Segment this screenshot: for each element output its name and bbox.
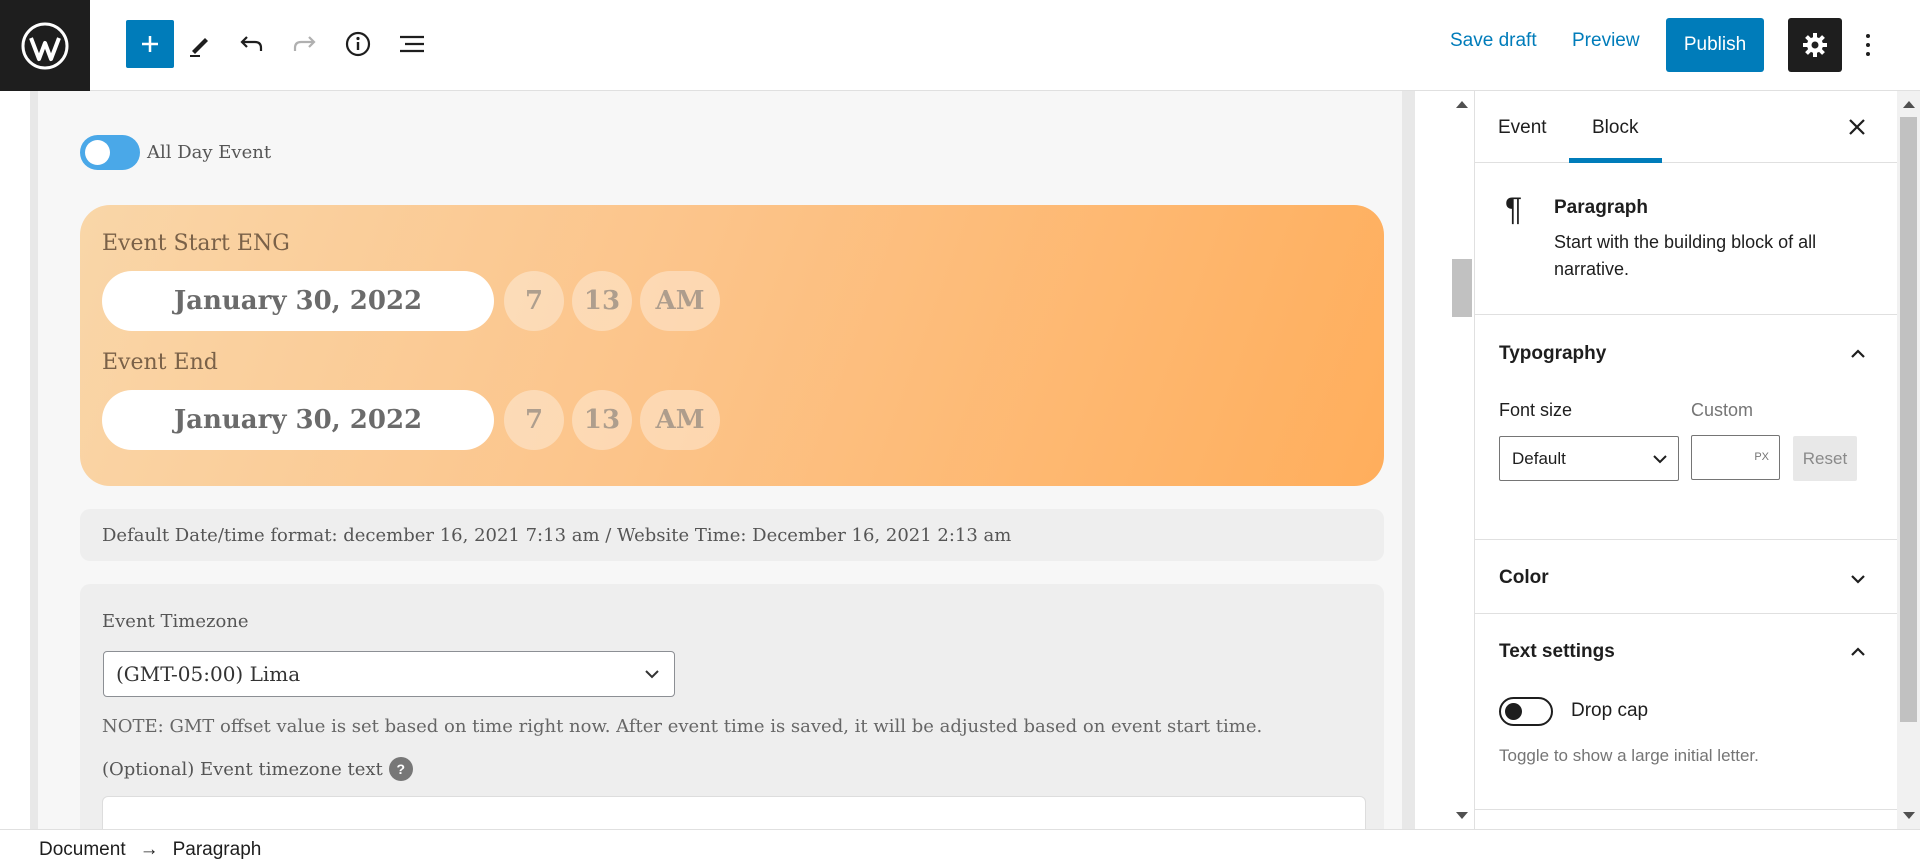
block-title: Paragraph — [1554, 197, 1648, 218]
event-end-date[interactable]: January 30, 2022 — [102, 390, 494, 450]
all-day-label: All Day Event — [147, 142, 272, 163]
chevron-down-icon[interactable] — [1847, 568, 1869, 590]
chevron-up-icon[interactable] — [1847, 343, 1869, 365]
info-icon — [345, 31, 371, 57]
list-view-icon — [400, 35, 424, 53]
scroll-up-arrow-icon[interactable] — [1456, 101, 1468, 108]
sidebar-scrollbar[interactable] — [1897, 91, 1920, 829]
event-start-ampm[interactable]: AM — [640, 271, 720, 331]
typography-panel-title[interactable]: Typography — [1499, 343, 1606, 365]
sidebar-tabs: Event Block — [1475, 91, 1897, 163]
editor-header: Save draft Preview Publish — [0, 0, 1920, 91]
editor-canvas-area: All Day Event Event Start ENG January 30… — [0, 91, 1474, 829]
event-dates-panel: Event Start ENG January 30, 2022 7 13 AM… — [80, 205, 1384, 486]
all-day-toggle[interactable] — [80, 135, 140, 170]
timezone-note: NOTE: GMT offset value is set based on t… — [102, 716, 1263, 737]
event-metabox: All Day Event Event Start ENG January 30… — [38, 91, 1402, 829]
canvas-frame: All Day Event Event Start ENG January 30… — [30, 91, 1415, 829]
save-draft-button[interactable]: Save draft — [1450, 30, 1537, 52]
event-end-minute[interactable]: 13 — [572, 390, 632, 450]
add-block-button[interactable] — [126, 20, 174, 68]
timezone-text-input[interactable] — [102, 796, 1366, 829]
timezone-panel: Event Timezone (GMT-05:00) Lima NOTE: GM… — [80, 584, 1384, 829]
timezone-text-row: (Optional) Event timezone text ? — [102, 757, 413, 781]
redo-button[interactable] — [280, 20, 328, 68]
event-start-minute[interactable]: 13 — [572, 271, 632, 331]
settings-button[interactable] — [1788, 18, 1842, 72]
more-vertical-icon — [1866, 34, 1870, 38]
block-breadcrumb-bar: Document → Paragraph — [0, 829, 1920, 865]
paragraph-icon: ¶ — [1505, 191, 1523, 227]
sidebar-scrollbar-thumb[interactable] — [1900, 117, 1917, 722]
drop-cap-toggle[interactable] — [1499, 697, 1553, 726]
divider — [1475, 809, 1897, 810]
divider — [1475, 613, 1897, 614]
event-start-label: Event Start ENG — [102, 231, 290, 256]
tab-block[interactable]: Block — [1592, 117, 1638, 139]
settings-sidebar: Event Block ¶ Paragraph Start with the b… — [1474, 91, 1897, 829]
event-end-hour[interactable]: 7 — [504, 390, 564, 450]
wordpress-logo[interactable] — [0, 0, 90, 91]
breadcrumb-document[interactable]: Document — [39, 839, 126, 861]
unit-label: PX — [1754, 451, 1769, 463]
chevron-down-icon — [1653, 455, 1667, 464]
text-settings-panel-title[interactable]: Text settings — [1499, 641, 1615, 663]
drop-cap-label: Drop cap — [1571, 700, 1649, 721]
scroll-down-arrow-icon[interactable] — [1456, 812, 1468, 819]
drop-cap-help: Toggle to show a large initial letter. — [1499, 746, 1759, 765]
tools-button[interactable] — [176, 20, 224, 68]
timezone-label: Event Timezone — [102, 611, 249, 632]
pencil-icon — [190, 38, 208, 57]
undo-icon — [240, 36, 263, 51]
custom-font-size-input[interactable]: PX — [1691, 435, 1780, 480]
redo-icon — [293, 36, 316, 51]
close-icon[interactable] — [1845, 115, 1869, 139]
details-button[interactable] — [334, 20, 382, 68]
chevron-down-icon — [645, 670, 659, 679]
event-end-label: Event End — [102, 350, 218, 375]
date-format-info: Default Date/time format: december 16, 2… — [80, 509, 1384, 561]
block-description: Start with the building block of all nar… — [1554, 232, 1817, 279]
scroll-up-arrow-icon[interactable] — [1903, 101, 1915, 108]
gear-icon — [1803, 33, 1827, 57]
preview-button[interactable]: Preview — [1572, 30, 1640, 52]
breadcrumb-separator: → — [139, 839, 159, 860]
event-start-hour[interactable]: 7 — [504, 271, 564, 331]
custom-size-label: Custom — [1691, 400, 1754, 420]
breadcrumb: Document → Paragraph — [39, 839, 261, 861]
chevron-up-icon[interactable] — [1847, 641, 1869, 663]
publish-button[interactable]: Publish — [1666, 18, 1764, 72]
editor-scrollbar[interactable] — [1450, 91, 1474, 829]
tab-event[interactable]: Event — [1498, 117, 1547, 139]
plus-icon — [142, 36, 158, 52]
color-panel-title[interactable]: Color — [1499, 567, 1549, 589]
timezone-select-value: (GMT-05:00) Lima — [116, 662, 301, 686]
timezone-text-label: (Optional) Event timezone text — [102, 758, 383, 780]
wordpress-logo-icon — [21, 22, 69, 69]
editor-scrollbar-thumb[interactable] — [1452, 259, 1472, 317]
font-size-label: Font size — [1499, 400, 1573, 420]
block-card: ¶ Paragraph Start with the building bloc… — [1475, 163, 1897, 315]
reset-font-size-button[interactable]: Reset — [1793, 436, 1857, 481]
undo-button[interactable] — [228, 20, 276, 68]
font-size-value: Default — [1512, 448, 1566, 468]
more-options-button[interactable] — [1858, 26, 1878, 64]
font-size-select[interactable]: Default — [1499, 436, 1679, 481]
scroll-down-arrow-icon[interactable] — [1903, 812, 1915, 819]
list-view-button[interactable] — [388, 20, 436, 68]
breadcrumb-paragraph[interactable]: Paragraph — [173, 839, 262, 861]
help-icon[interactable]: ? — [388, 757, 413, 781]
divider — [1475, 539, 1897, 540]
timezone-select[interactable]: (GMT-05:00) Lima — [103, 651, 675, 697]
event-end-ampm[interactable]: AM — [640, 390, 720, 450]
event-start-date[interactable]: January 30, 2022 — [102, 271, 494, 331]
